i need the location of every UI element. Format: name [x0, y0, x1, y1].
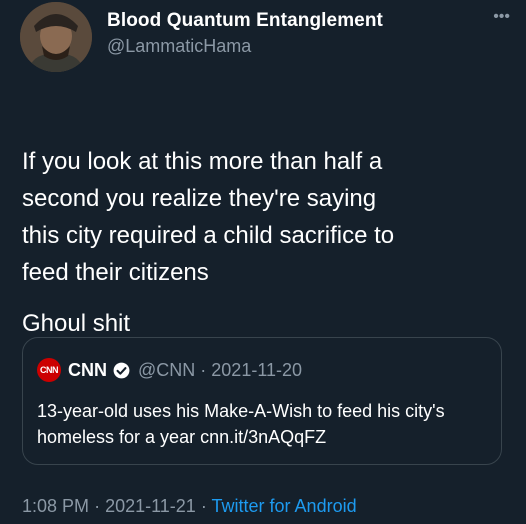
meta-separator-2: · [200, 496, 207, 516]
avatar-image [20, 2, 92, 72]
quoted-author-name: CNN [68, 359, 107, 380]
author-name[interactable]: Blood Quantum Entanglement [107, 10, 383, 32]
tweet-meta: 1:08 PM · 2021-11-21 · Twitter for Andro… [22, 496, 357, 517]
verified-badge-icon [113, 362, 130, 378]
quoted-date: 2021-11-20 [211, 359, 303, 380]
quoted-tweet-header: CNN CNN @CNN · 2021-11-20 [37, 358, 302, 382]
tweet-card: Blood Quantum Entanglement @LammaticHama… [0, 0, 526, 524]
meta-separator: · [94, 496, 101, 516]
tweet-text-paragraph-1: If you look at this more than half a sec… [22, 148, 395, 286]
quoted-separator: · [200, 359, 207, 380]
tweet-date[interactable]: 2021-11-21 [105, 496, 196, 516]
cnn-logo-icon: CNN [37, 358, 61, 382]
tweet-time[interactable]: 1:08 PM [22, 496, 89, 516]
quoted-author-handle: @CNN [138, 359, 196, 380]
avatar[interactable] [20, 2, 92, 72]
quoted-tweet[interactable]: CNN CNN @CNN · 2021-11-20 13-year-old us… [22, 337, 502, 465]
more-horizontal-icon[interactable]: ••• [493, 8, 510, 26]
author-handle[interactable]: @LammaticHama [107, 36, 251, 57]
quoted-tweet-text: 13-year-old uses his Make-A-Wish to feed… [37, 401, 445, 447]
tweet-source-link[interactable]: Twitter for Android [212, 496, 357, 516]
